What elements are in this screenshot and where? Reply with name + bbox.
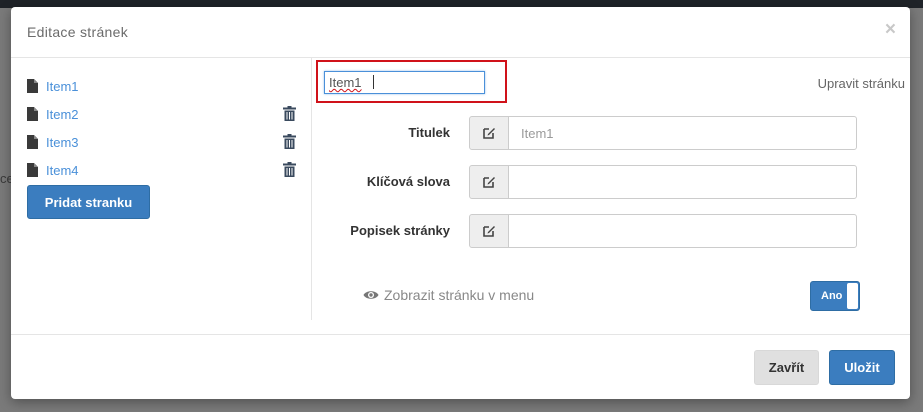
page-list-item[interactable]: Item4 (27, 162, 297, 180)
close-icon[interactable]: × (885, 20, 896, 40)
page-list-item[interactable]: Item1 (27, 78, 297, 96)
page-editor-modal: Editace stránek × Item1 Item2 Item3 Item… (11, 7, 910, 399)
toggle-state-label: Ano (821, 290, 843, 302)
modal-body: Item1 Item2 Item3 Item4 Pridat stranku I… (11, 58, 910, 334)
page-link[interactable]: Item1 (46, 79, 79, 94)
edit-icon (469, 165, 509, 199)
file-icon (27, 163, 38, 177)
title-field[interactable] (508, 116, 857, 150)
toggle-knob (847, 283, 858, 309)
save-button[interactable]: Uložit (829, 350, 895, 385)
modal-footer: Zavřít Uložit (11, 334, 910, 399)
title-row: Titulek (313, 116, 910, 150)
page-link[interactable]: Item2 (46, 107, 79, 122)
description-field[interactable] (508, 214, 857, 248)
title-label: Titulek (408, 125, 450, 140)
show-in-menu-text: Zobrazit stránku v menu (384, 287, 535, 303)
add-page-button[interactable]: Pridat stranku (27, 185, 150, 219)
edit-icon (469, 116, 509, 150)
page-link[interactable]: Item3 (46, 135, 79, 150)
page-link[interactable]: Item4 (46, 163, 79, 178)
trash-icon[interactable] (283, 162, 296, 177)
keywords-label: Klíčová slova (366, 174, 450, 189)
modal-header: Editace stránek × (11, 7, 910, 58)
trash-icon[interactable] (283, 106, 296, 121)
page-list-item[interactable]: Item2 (27, 106, 297, 124)
file-icon (27, 79, 38, 93)
page-list-item[interactable]: Item3 (27, 134, 297, 152)
eye-icon (363, 291, 379, 299)
description-row: Popisek stránky (313, 214, 910, 248)
close-button[interactable]: Zavřít (754, 350, 819, 385)
show-in-menu-toggle[interactable]: Ano (810, 281, 860, 311)
page-name-input[interactable] (324, 71, 485, 94)
file-icon (27, 135, 38, 149)
show-in-menu-label: Zobrazit stránku v menu (363, 287, 534, 303)
page-detail-panel: Item1 Upravit stránku Titulek Klíčová sl… (313, 58, 910, 334)
modal-title: Editace stránek (27, 24, 128, 40)
keywords-field[interactable] (508, 165, 857, 199)
edit-page-link[interactable]: Upravit stránku (818, 76, 905, 91)
trash-icon[interactable] (283, 134, 296, 149)
edit-icon (469, 214, 509, 248)
keywords-row: Klíčová slova (313, 165, 910, 199)
description-label: Popisek stránky (350, 223, 450, 238)
file-icon (27, 107, 38, 121)
page-list-sidebar: Item1 Item2 Item3 Item4 Pridat stranku (11, 58, 312, 320)
